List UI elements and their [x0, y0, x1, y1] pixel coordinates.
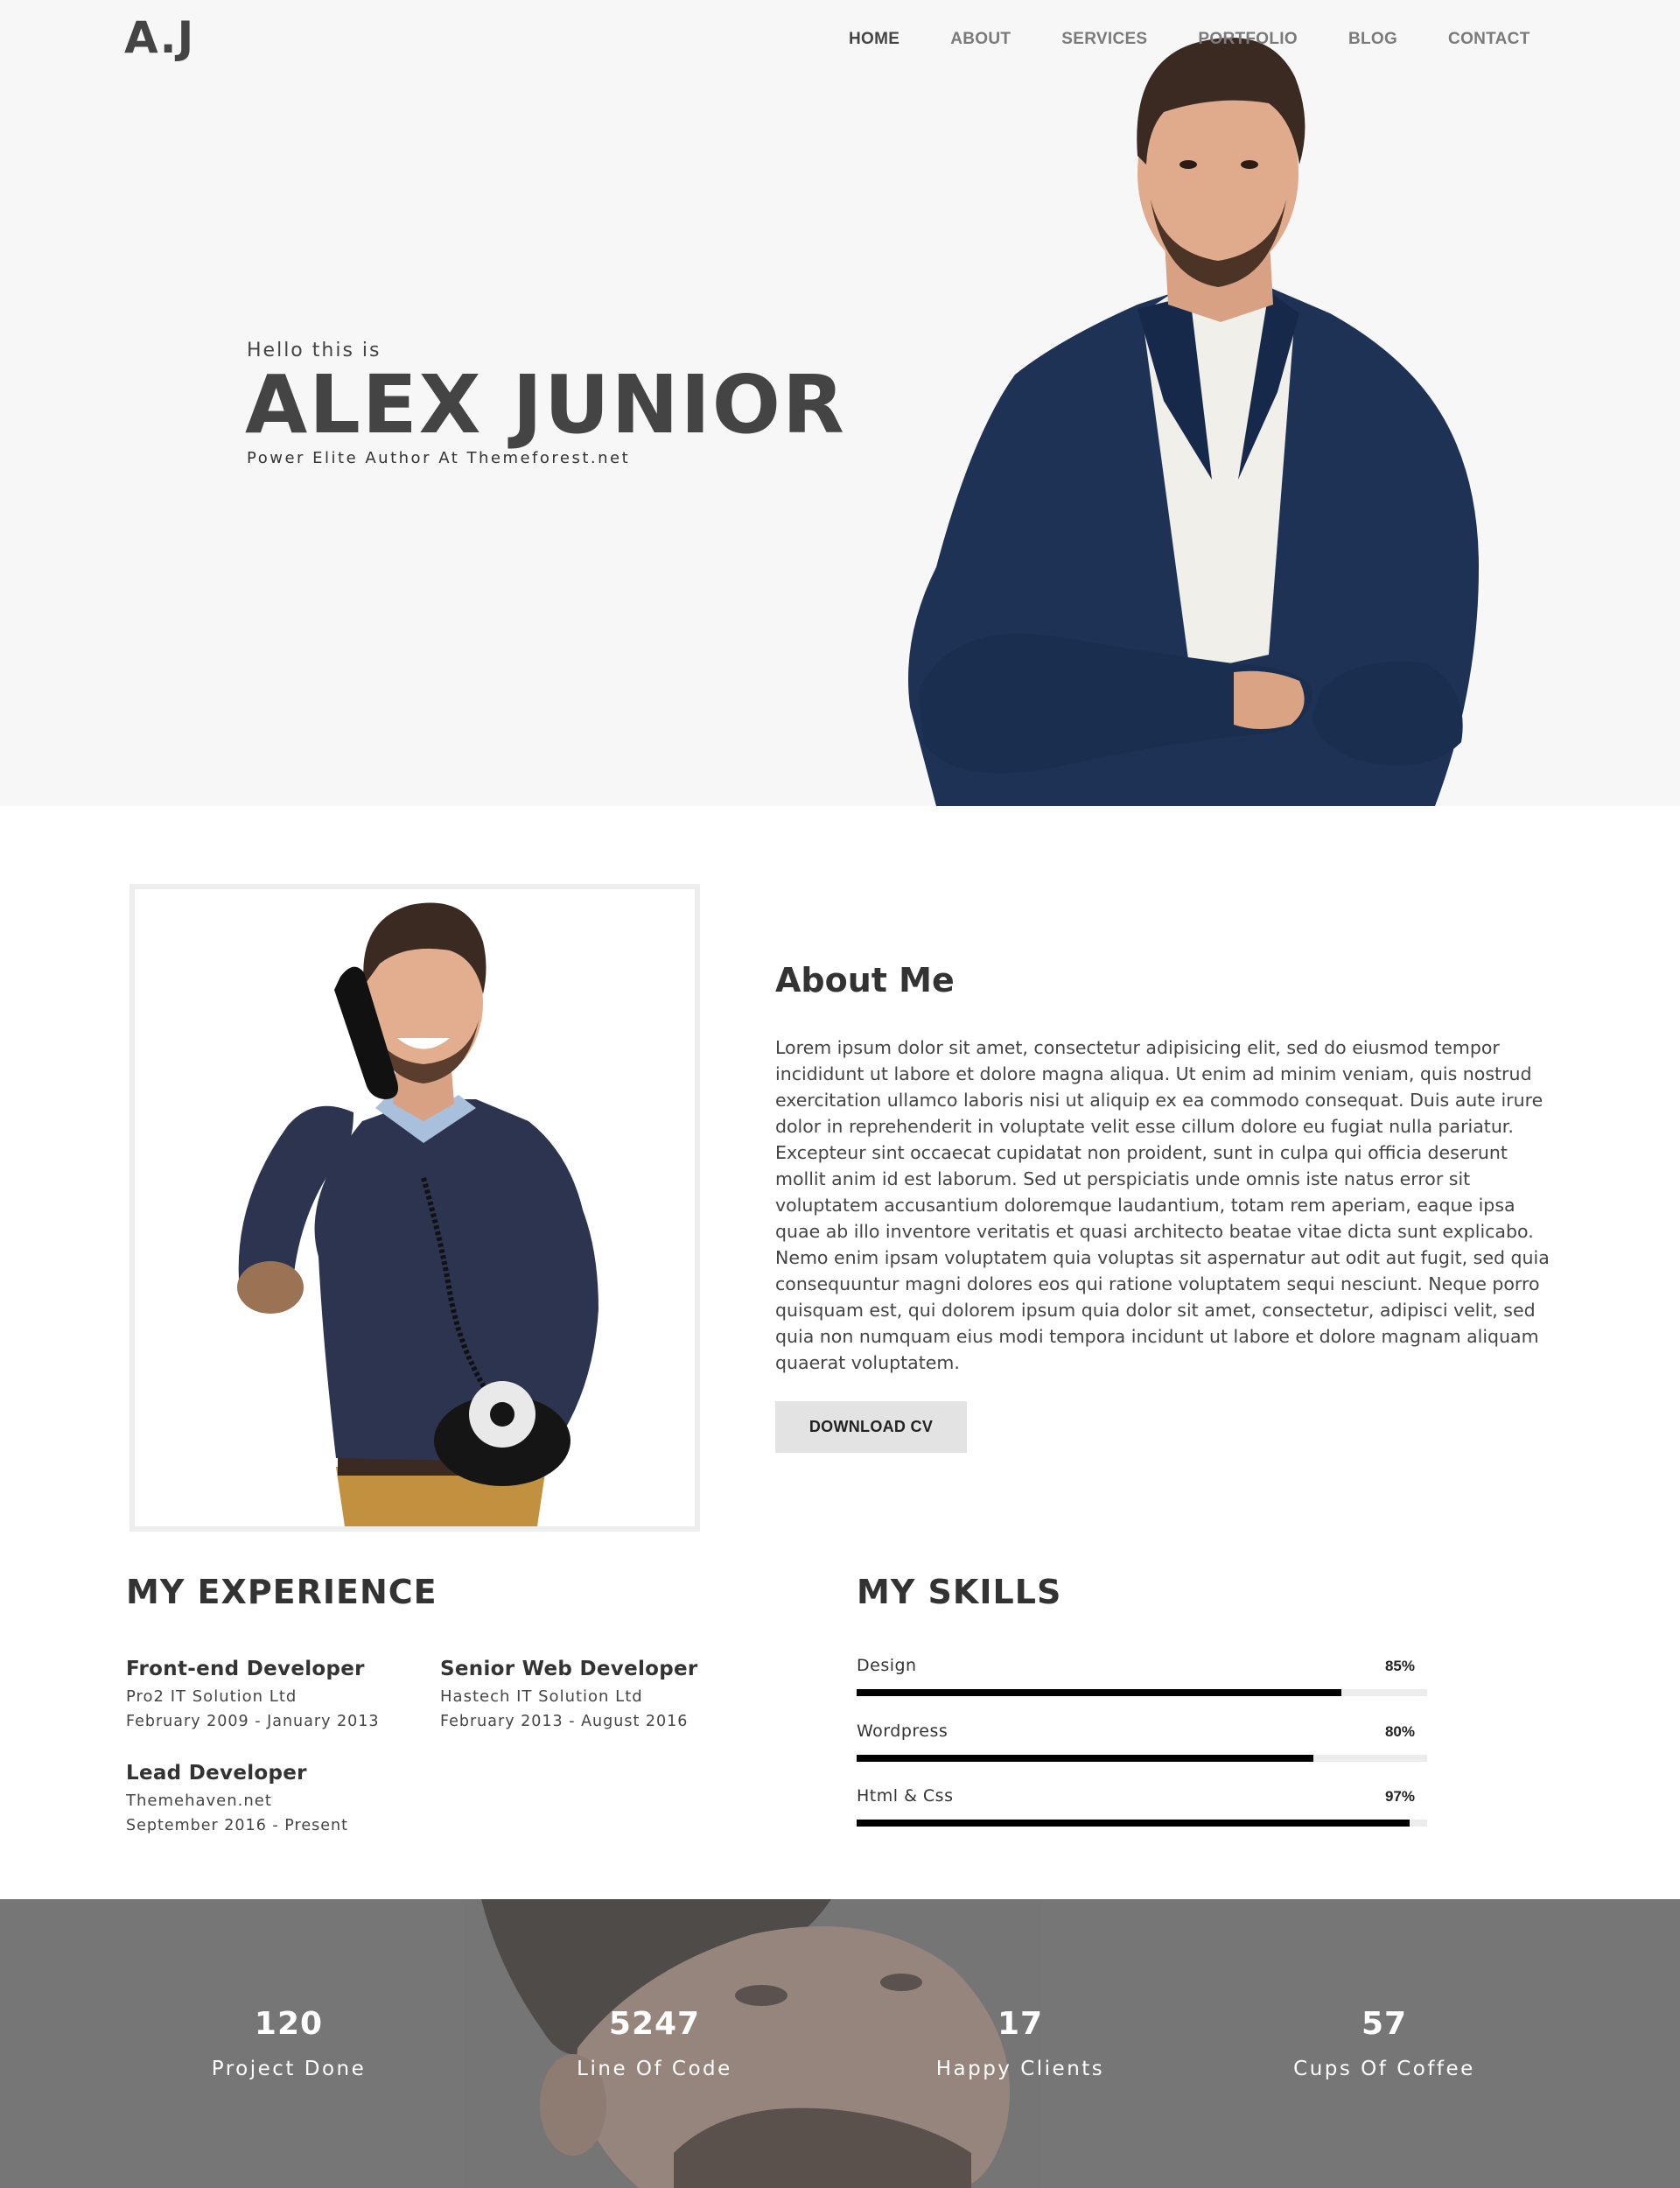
- hero-section: A.J HOME ABOUT SERVICES PORTFOLIO BLOG C…: [0, 0, 1680, 806]
- experience-item: Front-end Developer Pro2 IT Solution Ltd…: [126, 1658, 380, 1730]
- site-logo[interactable]: A.J: [124, 12, 194, 63]
- counter-number: 57: [1361, 2006, 1408, 2042]
- hero-intro: Hello this is ALEX JUNIOR Power Elite Au…: [245, 340, 846, 467]
- experience-company: Hastech IT Solution Ltd: [440, 1687, 643, 1706]
- experience-dates: February 2013 - August 2016: [440, 1713, 689, 1730]
- experience-item: Senior Web Developer Hastech IT Solution…: [440, 1658, 698, 1730]
- hero-name: ALEX JUNIOR: [245, 358, 846, 452]
- experience-role: Lead Developer: [126, 1762, 307, 1785]
- skill-progress-track: [857, 1689, 1427, 1696]
- counter-item-clients: 17 Happy Clients: [880, 2006, 1160, 2080]
- skill-percent: 80%: [1384, 1723, 1415, 1740]
- counter-label: Happy Clients: [935, 2058, 1105, 2080]
- skill-name: Wordpress: [857, 1722, 948, 1741]
- nav-item-home[interactable]: HOME: [849, 30, 900, 49]
- skill-progress-fill: [857, 1820, 1410, 1827]
- nav-item-portfolio[interactable]: PORTFOLIO: [1198, 30, 1298, 49]
- counter-number: 5247: [608, 2006, 701, 2042]
- skill-item-wordpress: Wordpress 80%: [857, 1722, 1427, 1762]
- nav-item-services[interactable]: SERVICES: [1061, 30, 1147, 49]
- about-photo-frame: [130, 884, 700, 1532]
- experience-dates: February 2009 - January 2013: [126, 1713, 380, 1730]
- skill-item-design: Design 85%: [857, 1656, 1427, 1696]
- experience-company: Themehaven.net: [126, 1792, 272, 1810]
- counter-label: Cups Of Coffee: [1293, 2058, 1475, 2080]
- skill-percent: 97%: [1384, 1788, 1415, 1805]
- skill-progress-fill: [857, 1689, 1342, 1696]
- hero-tagline: Power Elite Author At Themeforest.net: [247, 449, 631, 467]
- nav-item-blog[interactable]: BLOG: [1348, 30, 1397, 49]
- skill-progress-fill: [857, 1755, 1313, 1762]
- counter-item-projects: 120 Project Done: [149, 2006, 429, 2080]
- skill-progress-track: [857, 1755, 1427, 1762]
- nav-item-contact[interactable]: CONTACT: [1448, 30, 1530, 49]
- experience-role: Senior Web Developer: [440, 1658, 698, 1680]
- about-portrait-image: [135, 889, 695, 1526]
- experience-item: Lead Developer Themehaven.net September …: [126, 1762, 348, 1834]
- counter-number: 120: [254, 2006, 324, 2042]
- skill-item-html-css: Html & Css 97%: [857, 1786, 1427, 1827]
- counter-label: Project Done: [211, 2058, 367, 2080]
- experience-company: Pro2 IT Solution Ltd: [126, 1687, 298, 1706]
- counters-section: 120 Project Done 5247 Line Of Code 17 Ha…: [0, 1899, 1680, 2188]
- skill-percent: 85%: [1384, 1658, 1415, 1674]
- counter-number: 17: [997, 2006, 1044, 2042]
- about-title: About Me: [775, 961, 955, 999]
- about-paragraph: Lorem ipsum dolor sit amet, consectetur …: [775, 1037, 1550, 1373]
- main-nav: HOME ABOUT SERVICES PORTFOLIO BLOG CONTA…: [849, 30, 1581, 49]
- counter-item-code: 5247 Line Of Code: [514, 2006, 794, 2080]
- skills-title: MY SKILLS: [857, 1573, 1062, 1611]
- nav-item-about[interactable]: ABOUT: [950, 30, 1011, 49]
- skill-progress-track: [857, 1820, 1427, 1827]
- hero-portrait-image: [908, 38, 1479, 806]
- counter-label: Line Of Code: [577, 2058, 732, 2080]
- experience-title: MY EXPERIENCE: [126, 1573, 438, 1611]
- skill-name: Html & Css: [857, 1786, 954, 1806]
- download-cv-button[interactable]: DOWNLOAD CV: [775, 1401, 967, 1453]
- experience-dates: September 2016 - Present: [126, 1817, 348, 1834]
- counter-item-coffee: 57 Cups Of Coffee: [1244, 2006, 1524, 2080]
- skill-name: Design: [857, 1656, 917, 1675]
- experience-role: Front-end Developer: [126, 1658, 365, 1680]
